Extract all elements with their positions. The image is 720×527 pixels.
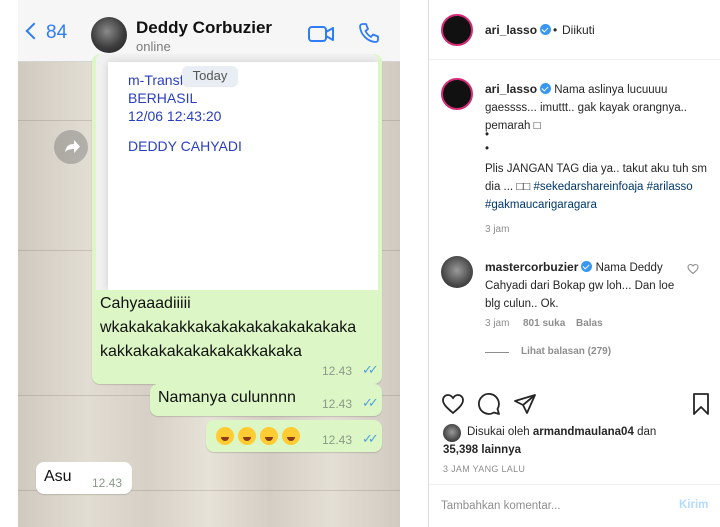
comment-text: mastercorbuzier Nama Deddy Cahyadi dari … <box>485 258 685 313</box>
chevron-left-icon <box>25 22 43 40</box>
message-bubble[interactable]: Namanya culunnnn 12.43 ✓✓ <box>150 384 382 416</box>
comment-bubble-icon[interactable] <box>477 392 501 416</box>
message-time: 12.43 <box>92 476 123 490</box>
likes-summary: Disukai oleh armandmaulana04 dan <box>467 423 707 441</box>
read-receipt-icon: ✓✓ <box>362 362 379 377</box>
laughing-emoji-icon <box>282 427 300 445</box>
post-timestamp[interactable]: 3 JAM YANG LALU <box>443 464 525 474</box>
message-time: 12.43 <box>322 364 353 378</box>
verified-badge-icon <box>581 261 593 272</box>
screen: 84 Deddy Corbuzier online m-Transfer BER… <box>0 0 720 527</box>
back-button[interactable]: 84 <box>25 22 88 48</box>
caption-time[interactable]: 3 jam <box>485 224 509 235</box>
laughing-emoji-icon <box>216 427 234 445</box>
comment-time[interactable]: 3 jam <box>485 318 509 329</box>
message-time: 12.43 <box>322 397 353 411</box>
liker-username[interactable]: armandmaulana04 <box>533 426 634 438</box>
hashtag-link[interactable]: #sekedarshareinfoaja <box>533 181 643 193</box>
message-text: Asu <box>44 468 72 485</box>
contact-avatar[interactable] <box>91 17 127 53</box>
forward-arrow-icon <box>65 140 80 153</box>
receipt-line: 12/06 12:43:20 <box>128 108 222 124</box>
message-bubble[interactable]: 12.43 ✓✓ <box>206 420 382 452</box>
emoji-glyph: □□ <box>516 181 531 193</box>
hashtag-link[interactable]: #gakmaucarigaragara <box>485 199 597 211</box>
hashtag-link[interactable]: #arilasso <box>647 181 693 193</box>
transfer-receipt-image[interactable]: m-Transfer BERHASIL 12/06 12:43:20 DEDDY… <box>96 54 378 290</box>
bookmark-icon[interactable] <box>689 392 713 416</box>
incoming-message-bubble[interactable]: Asu 12.43 <box>36 462 132 494</box>
post-comment-button[interactable]: Kirim <box>679 499 708 511</box>
post-header: ari_lasso • Diikuti <box>429 0 720 60</box>
message-line: Cahyaaadiiiii <box>100 295 191 312</box>
receipt-paper: m-Transfer BERHASIL 12/06 12:43:20 DEDDY… <box>108 62 378 290</box>
video-camera-icon[interactable] <box>308 25 334 43</box>
likes-connector: dan <box>637 426 657 438</box>
contact-name[interactable]: Deddy Corbuzier <box>136 18 272 38</box>
comment-input[interactable] <box>441 495 661 517</box>
liker-avatar[interactable] <box>443 424 461 442</box>
share-send-icon[interactable] <box>513 392 537 416</box>
laughing-emoji-icon <box>260 427 278 445</box>
date-pill: Today <box>182 66 238 86</box>
message-text: Namanya culunnnn <box>158 389 296 406</box>
message-time: 12.43 <box>322 433 353 447</box>
message-text: Cahyaaadiiiii wkakakakakkakakakakakakaka… <box>100 292 356 364</box>
verified-badge-icon <box>540 24 552 35</box>
emoji-glyph: □ <box>533 120 541 132</box>
likes-prefix: Disukai oleh <box>467 426 530 438</box>
laughing-emoji-icon <box>238 427 256 445</box>
like-heart-icon[interactable] <box>441 392 465 416</box>
follow-status[interactable]: Diikuti <box>562 23 595 37</box>
comment-like-heart-icon[interactable] <box>687 263 699 275</box>
read-receipt-icon: ✓✓ <box>362 395 379 410</box>
caption-text-continued: Plis JANGAN TAG dia ya.. takut aku tuh s… <box>485 160 717 214</box>
forward-button[interactable] <box>54 130 88 164</box>
instagram-post-panel: ari_lasso • Diikuti ari_lasso Nama aslin… <box>428 0 720 527</box>
whatsapp-screenshot: 84 Deddy Corbuzier online m-Transfer BER… <box>18 0 400 527</box>
view-replies-link[interactable]: Lihat balasan (279) <box>521 346 611 357</box>
caption-bullet: • <box>485 143 490 155</box>
caption-text: ari_lasso Nama aslinya lucuuuu gaessss..… <box>485 80 717 135</box>
chat-header: 84 Deddy Corbuzier online <box>18 0 400 62</box>
caption-author-avatar[interactable] <box>441 78 473 110</box>
message-line: wkakakakakkakakakakakakakakaka <box>100 319 357 336</box>
comment-composer: Kirim <box>429 484 720 527</box>
separator-dot: • <box>553 23 558 37</box>
comment-likes-count[interactable]: 801 suka <box>523 318 565 329</box>
contact-status: online <box>136 39 171 54</box>
unread-count: 84 <box>46 22 68 43</box>
verified-badge-icon <box>540 83 552 94</box>
reply-button[interactable]: Balas <box>576 318 603 329</box>
author-username[interactable]: ari_lasso <box>485 23 552 37</box>
receipt-line: BERHASIL <box>128 90 198 106</box>
replies-divider <box>485 352 509 353</box>
receipt-line: DEDDY CAHYADI <box>128 138 242 154</box>
message-line: kakkakakakakakakakkakaka <box>100 343 302 360</box>
commenter-username[interactable]: mastercorbuzier <box>485 260 593 274</box>
author-avatar[interactable] <box>441 14 473 46</box>
read-receipt-icon: ✓✓ <box>362 431 379 446</box>
phone-icon[interactable] <box>358 22 380 44</box>
laughing-emoji-group <box>216 424 304 447</box>
commenter-avatar[interactable] <box>441 256 473 288</box>
likes-count[interactable]: 35,398 lainnya <box>443 441 521 459</box>
caption-username[interactable]: ari_lasso <box>485 82 552 96</box>
